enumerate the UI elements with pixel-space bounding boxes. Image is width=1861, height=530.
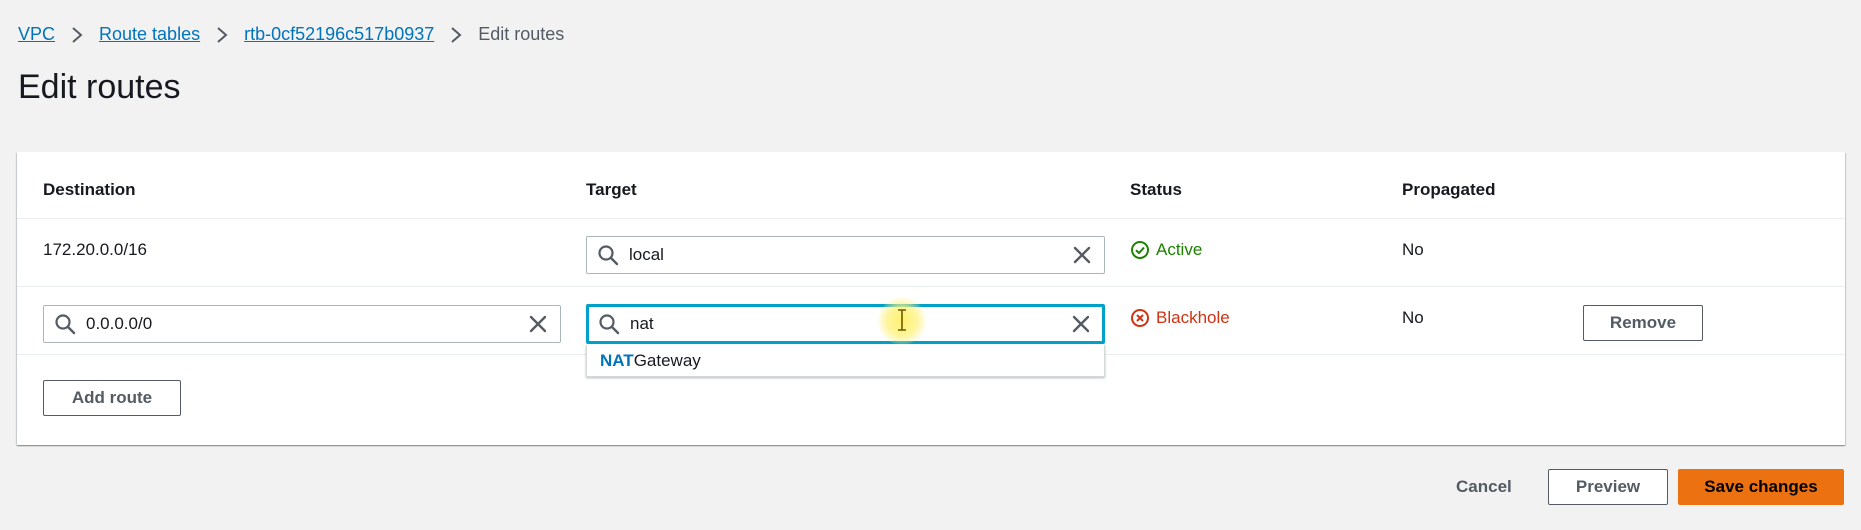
page-title: Edit routes xyxy=(18,68,181,106)
target-input[interactable]: local xyxy=(586,236,1105,274)
check-circle-icon xyxy=(1131,241,1149,259)
breadcrumb-current: Edit routes xyxy=(478,24,565,44)
breadcrumb: VPC Route tables rtb-0cf52196c517b0937 E… xyxy=(18,24,564,45)
target-input[interactable]: nat xyxy=(586,304,1105,344)
destination-input[interactable]: 0.0.0.0/0 xyxy=(43,305,561,343)
chevron-right-icon xyxy=(71,26,83,44)
suggestion-rest-text: Gateway xyxy=(633,350,701,370)
routes-container: Destination Target Status Propagated 172… xyxy=(17,152,1845,445)
target-suggestion-option[interactable]: NAT Gateway xyxy=(586,345,1105,377)
save-changes-button[interactable]: Save changes xyxy=(1678,469,1844,505)
add-route-button[interactable]: Add route xyxy=(43,380,181,416)
propagated-value: No xyxy=(1402,240,1424,259)
close-icon[interactable] xyxy=(528,314,548,334)
status-text: Active xyxy=(1156,240,1203,259)
header-status: Status xyxy=(1130,180,1182,199)
remove-button[interactable]: Remove xyxy=(1583,305,1703,341)
cancel-button[interactable]: Cancel xyxy=(1456,477,1512,497)
search-icon xyxy=(598,245,619,266)
breadcrumb-link-route-tables[interactable]: Route tables xyxy=(99,24,200,45)
status-text: Blackhole xyxy=(1156,308,1230,327)
target-input-value: local xyxy=(629,245,664,264)
chevron-right-icon xyxy=(450,26,462,44)
destination-value: 172.20.0.0/16 xyxy=(43,240,147,259)
breadcrumb-link-vpc[interactable]: VPC xyxy=(18,24,55,45)
target-input-value: nat xyxy=(630,314,654,333)
header-propagated: Propagated xyxy=(1402,180,1496,199)
close-icon[interactable] xyxy=(1072,245,1092,265)
preview-button[interactable]: Preview xyxy=(1548,469,1668,505)
header-target: Target xyxy=(586,180,637,199)
destination-input-value: 0.0.0.0/0 xyxy=(86,314,153,333)
header-destination: Destination xyxy=(43,180,136,199)
row-divider xyxy=(17,218,1845,219)
breadcrumb-link-route-table-id[interactable]: rtb-0cf52196c517b0937 xyxy=(244,24,434,45)
status-badge: Blackhole xyxy=(1130,308,1230,328)
row-divider xyxy=(17,286,1845,287)
suggestion-match-text: NAT xyxy=(600,350,634,370)
search-icon xyxy=(55,314,76,335)
propagated-value: No xyxy=(1402,308,1424,327)
chevron-right-icon xyxy=(216,26,228,44)
status-badge: Active xyxy=(1130,240,1202,260)
close-icon[interactable] xyxy=(1071,314,1091,334)
search-icon xyxy=(599,314,620,335)
x-circle-icon xyxy=(1131,309,1149,327)
text-cursor-icon xyxy=(898,309,906,331)
